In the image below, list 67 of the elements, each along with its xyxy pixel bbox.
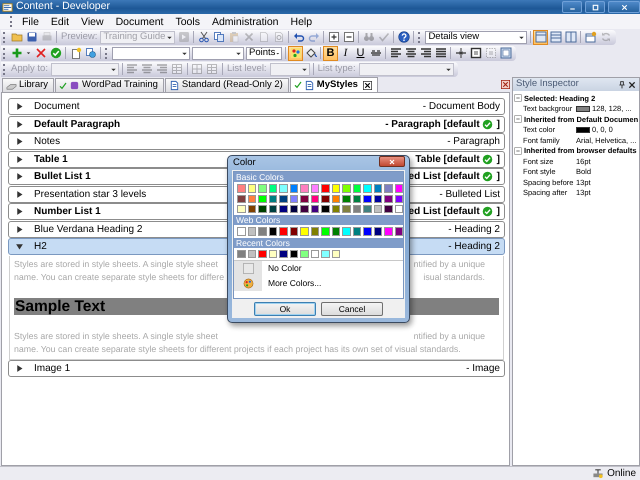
tab[interactable]: Library xyxy=(2,78,54,92)
style-name: Presentation star 3 levels xyxy=(34,188,146,202)
dropdown[interactable]: Points xyxy=(246,46,282,60)
style-row[interactable]: Default Paragraph - Paragraph [default ] xyxy=(8,116,505,132)
section-header: Web Colors xyxy=(234,215,403,226)
tab[interactable]: MyStyles xyxy=(290,77,378,92)
section-header: Basic Colors xyxy=(234,172,403,182)
window-title: Content - Developer xyxy=(16,0,111,14)
preview-text: ntified by a unique xyxy=(414,258,485,270)
preview-text: name. You can create separate style sheets for different projects if each project has its own set of visual standards. xyxy=(14,342,461,356)
style-name: Document xyxy=(34,100,80,114)
style-type: - Bulleted List xyxy=(439,188,500,202)
style-name: Image 1 xyxy=(34,362,70,376)
dialog-title: Color xyxy=(233,156,256,170)
dropdown-value: Details view xyxy=(428,30,480,44)
preview-text: Styles are stored in style sheets. A single style sheet xyxy=(14,258,218,270)
style-name: Default Paragraph xyxy=(34,118,120,132)
tab[interactable]: WordPad Training xyxy=(55,78,164,92)
preview-text: ntified by a unique xyxy=(414,330,485,342)
style-row[interactable]: Document - Document Body xyxy=(8,98,505,115)
style-type: - Document Body xyxy=(422,100,500,114)
style-type: ] xyxy=(496,118,500,132)
toolbar-label: Apply to: xyxy=(10,62,49,76)
menu-item[interactable]: Edit xyxy=(44,14,76,28)
style-row[interactable]: Notes - Paragraph xyxy=(8,133,505,150)
style-name: Notes xyxy=(34,135,60,149)
option-label[interactable]: No Color xyxy=(262,262,302,276)
style-type: Table [default xyxy=(415,152,480,166)
format-button[interactable]: U xyxy=(353,46,368,60)
style-name: Bullet List 1 xyxy=(34,170,91,184)
style-type: - Heading 2 xyxy=(448,240,500,254)
dropdown-value: Points xyxy=(249,46,276,60)
style-type: ] xyxy=(496,170,500,184)
panel-title: Style Inspector xyxy=(516,77,580,92)
preview-text: name. You can create separate style sheets for differe xyxy=(14,270,224,284)
format-button[interactable]: B xyxy=(323,46,338,60)
style-type: - Paragraph [default xyxy=(385,118,480,132)
ok-button[interactable]: Ok xyxy=(254,302,316,316)
status-text: Online xyxy=(607,467,636,480)
menu-item[interactable]: Administration xyxy=(206,14,284,28)
cancel-button[interactable]: Cancel xyxy=(321,302,383,316)
tab[interactable]: Standard (Read-Only 2) xyxy=(164,78,289,92)
option-label[interactable]: More Colors... xyxy=(262,277,322,290)
style-name: Table 1 xyxy=(34,152,68,166)
toolbar-label: Preview: xyxy=(60,30,98,44)
style-row[interactable]: Image 1 - Image xyxy=(8,360,505,377)
menu-item[interactable]: Tools xyxy=(169,14,206,28)
dropdown-value: Training Guide xyxy=(103,30,166,44)
style-name: Blue Verdana Heading 2 xyxy=(34,222,142,236)
toolbar-label: List type: xyxy=(316,62,357,76)
toolbar-label: List level: xyxy=(226,62,268,76)
style-type: - Paragraph xyxy=(447,135,500,149)
menu-item[interactable]: View xyxy=(75,14,110,28)
menu-item[interactable]: Document xyxy=(110,14,170,28)
preview-text: isual standards. xyxy=(423,270,485,284)
section-header: Recent Colors xyxy=(234,238,403,248)
style-type: - Heading 2 xyxy=(448,222,500,236)
style-type: ] xyxy=(496,152,500,166)
preview-text: Styles are stored in style sheets. A single style sheet xyxy=(14,330,218,342)
format-button[interactable]: I xyxy=(338,46,353,60)
style-type: ] xyxy=(496,205,500,219)
style-name: Number List 1 xyxy=(34,205,101,219)
menu-item[interactable]: File xyxy=(16,14,45,28)
style-type: - Image xyxy=(466,362,500,376)
style-name: H2 xyxy=(34,240,47,254)
dropdown[interactable]: Details view xyxy=(425,30,528,44)
menu-item[interactable]: Help xyxy=(284,14,318,28)
